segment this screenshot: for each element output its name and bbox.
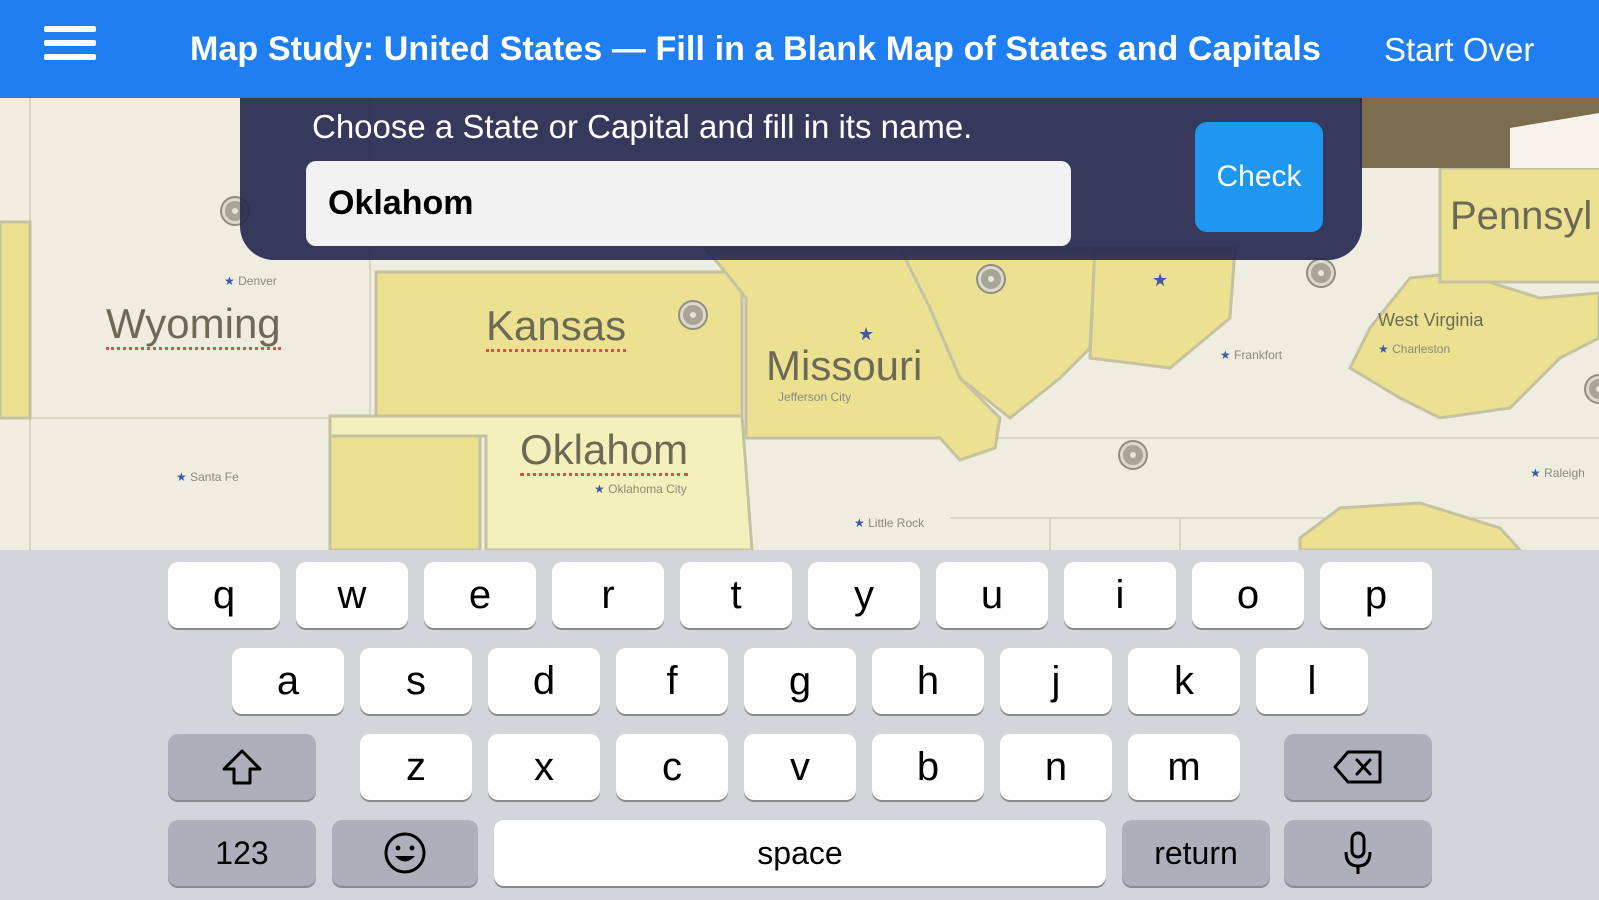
- label-oklahoma-typed: Oklahom: [520, 426, 689, 476]
- emoji-key[interactable]: [332, 820, 478, 886]
- capital-charleston: ★ Charleston: [1378, 342, 1451, 356]
- check-button[interactable]: Check: [1195, 122, 1323, 232]
- numbers-key[interactable]: 123: [168, 820, 316, 886]
- backspace-key[interactable]: [1284, 734, 1432, 800]
- map-pin-icon[interactable]: [680, 302, 706, 328]
- microphone-key[interactable]: [1284, 820, 1432, 886]
- key-b[interactable]: b: [872, 734, 984, 800]
- backspace-icon: [1333, 750, 1382, 784]
- key-f[interactable]: f: [616, 648, 728, 714]
- shift-key[interactable]: [168, 734, 316, 800]
- key-w[interactable]: w: [296, 562, 408, 628]
- answer-panel: Choose a State or Capital and fill in it…: [240, 98, 1362, 260]
- key-l[interactable]: l: [1256, 648, 1368, 714]
- key-r[interactable]: r: [552, 562, 664, 628]
- key-q[interactable]: q: [168, 562, 280, 628]
- key-e[interactable]: e: [424, 562, 536, 628]
- map-pin-icon[interactable]: [1120, 442, 1146, 468]
- capital-frankfort: ★ Frankfort: [1220, 348, 1283, 362]
- key-i[interactable]: i: [1064, 562, 1176, 628]
- key-y[interactable]: y: [808, 562, 920, 628]
- capital-oklahoma-city: ★ Oklahoma City: [594, 482, 687, 496]
- key-o[interactable]: o: [1192, 562, 1304, 628]
- capital-star-icon: ★: [594, 482, 605, 496]
- microphone-icon: [1344, 831, 1372, 874]
- return-key[interactable]: return: [1122, 820, 1270, 886]
- label-west-virginia: West Virginia: [1378, 310, 1484, 330]
- capital-little-rock: ★ Little Rock: [854, 516, 925, 530]
- key-t[interactable]: t: [680, 562, 792, 628]
- map-pin-icon[interactable]: [978, 266, 1004, 292]
- answer-input[interactable]: [306, 161, 1071, 246]
- capital-star-icon: ★: [854, 516, 865, 530]
- key-u[interactable]: u: [936, 562, 1048, 628]
- key-z[interactable]: z: [360, 734, 472, 800]
- label-wyoming: Wyoming: [106, 300, 281, 350]
- capital-star-icon: ★: [1220, 348, 1231, 362]
- key-s[interactable]: s: [360, 648, 472, 714]
- capital-star-icon: ★: [858, 324, 875, 344]
- capital-star-icon: ★: [176, 470, 187, 484]
- start-over-button[interactable]: Start Over: [1384, 31, 1534, 69]
- key-k[interactable]: k: [1128, 648, 1240, 714]
- label-missouri: Missouri: [766, 342, 923, 389]
- key-d[interactable]: d: [488, 648, 600, 714]
- state-indiana-shape: [1088, 246, 1237, 370]
- capital-denver: ★ Denver: [224, 274, 277, 288]
- state-colorado-shape: [0, 220, 32, 420]
- space-key[interactable]: space: [494, 820, 1106, 886]
- key-g[interactable]: g: [744, 648, 856, 714]
- map-pin-icon[interactable]: [1308, 260, 1334, 286]
- key-x[interactable]: x: [488, 734, 600, 800]
- capital-santa-fe: ★ Santa Fe: [176, 470, 239, 484]
- label-kansas: Kansas: [486, 302, 627, 352]
- top-navigation-bar: Map Study: United States — Fill in a Bla…: [0, 0, 1599, 98]
- capital-star-icon: ★: [1152, 270, 1169, 290]
- onscreen-keyboard: q w e r t y u i o p a s d f g h j k l z …: [0, 550, 1599, 900]
- page-title: Map Study: United States — Fill in a Bla…: [190, 30, 1321, 68]
- key-n[interactable]: n: [1000, 734, 1112, 800]
- menu-icon[interactable]: [44, 26, 96, 68]
- key-h[interactable]: h: [872, 648, 984, 714]
- state-texas-panhandle-shape: [328, 434, 482, 550]
- label-pennsylvania: Pennsyl: [1450, 194, 1593, 238]
- key-p[interactable]: p: [1320, 562, 1432, 628]
- capital-star-missouri: ★: [858, 324, 874, 345]
- capital-raleigh: ★ Raleigh: [1530, 466, 1585, 480]
- key-a[interactable]: a: [232, 648, 344, 714]
- capital-star-indiana: ★: [1152, 270, 1168, 291]
- capital-star-icon: ★: [1530, 466, 1541, 480]
- capital-jefferson-city: Jefferson City: [778, 390, 852, 404]
- key-j[interactable]: j: [1000, 648, 1112, 714]
- capital-star-icon: ★: [1378, 342, 1389, 356]
- key-c[interactable]: c: [616, 734, 728, 800]
- shift-arrow-icon: [222, 749, 262, 785]
- emoji-icon: [384, 832, 426, 874]
- key-v[interactable]: v: [744, 734, 856, 800]
- instructions-text: Choose a State or Capital and fill in it…: [312, 108, 973, 145]
- state-south-carolina-shape: [1298, 501, 1523, 550]
- key-m[interactable]: m: [1128, 734, 1240, 800]
- capital-star-icon: ★: [224, 274, 235, 288]
